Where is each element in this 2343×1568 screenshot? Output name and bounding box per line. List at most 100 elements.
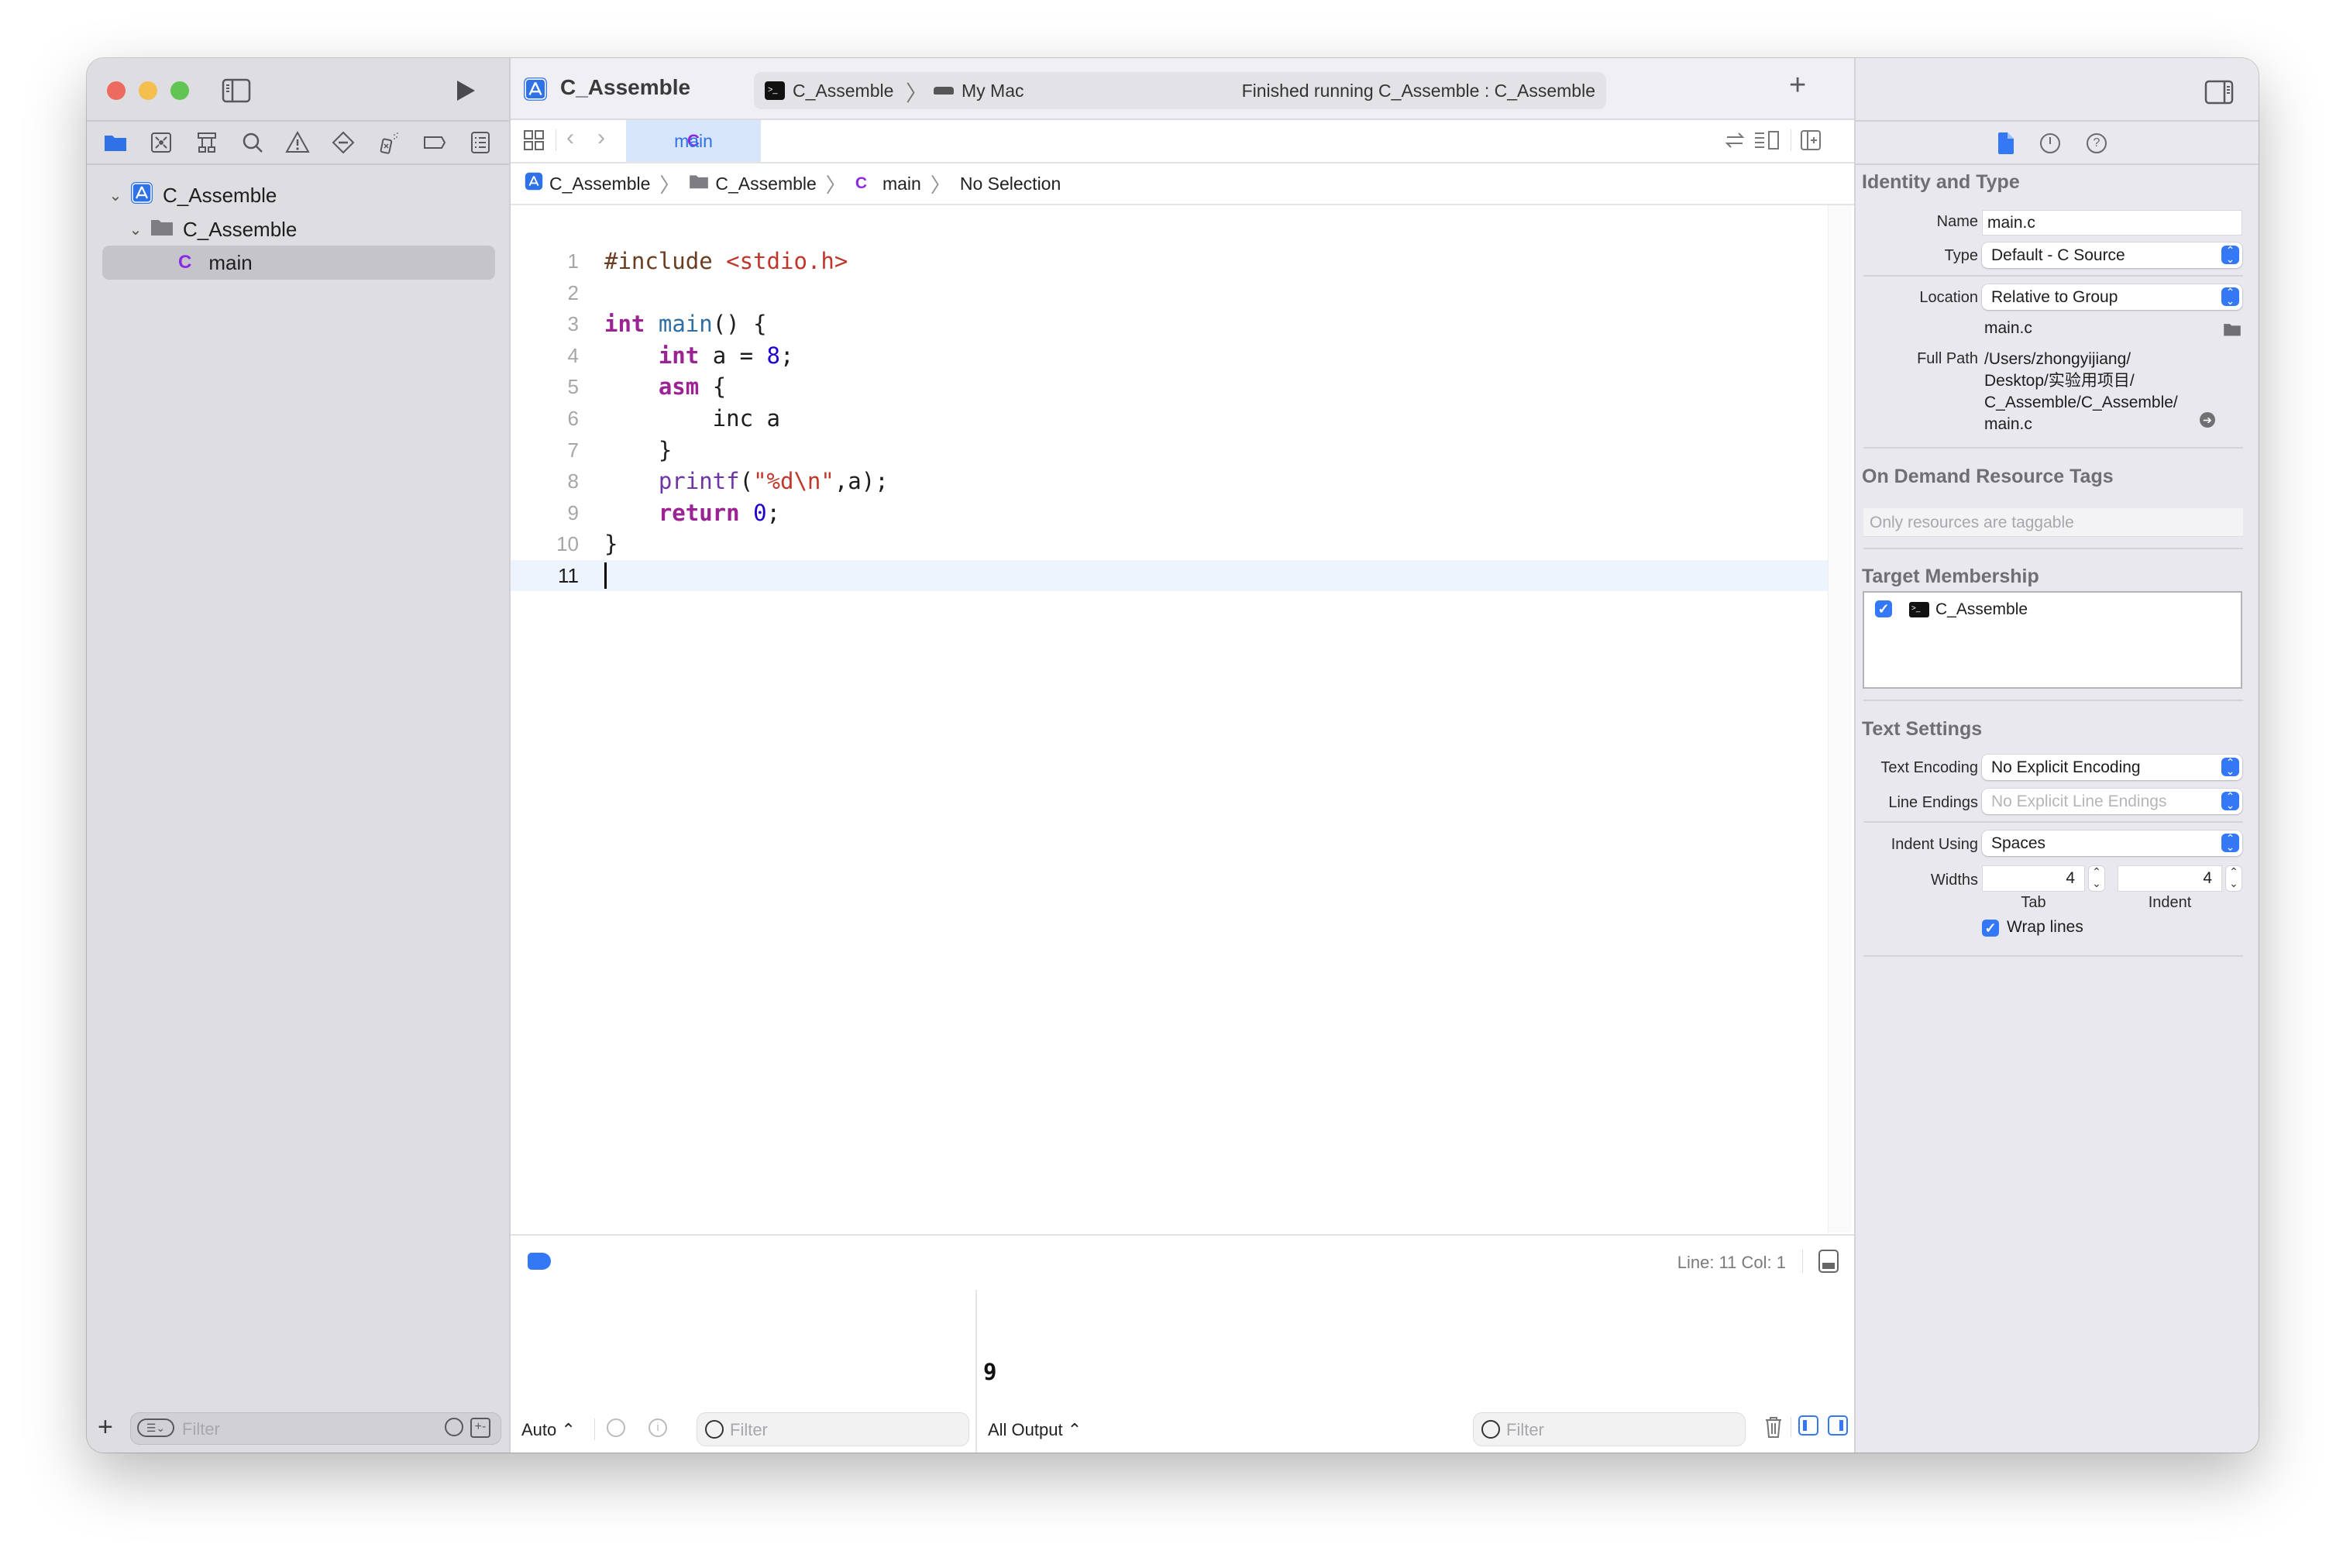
destination-selector[interactable]: My Mac (962, 81, 1024, 101)
right-pane-icon (1839, 1420, 1843, 1431)
wrap-lines-checkbox[interactable]: ✓ (1982, 920, 1999, 937)
mac-mini-icon (934, 87, 954, 95)
swap-arrows-icon (1725, 132, 1745, 148)
toggle-navigator-button[interactable] (222, 78, 251, 107)
tab-main[interactable]: C main (626, 120, 761, 162)
code-line[interactable]: 7 } (511, 435, 1828, 466)
source-editor[interactable]: 1 #include <stdio.h> 2 3 int main() {4 int a… (511, 205, 1828, 1233)
code-line-current[interactable]: 11 (511, 560, 1828, 591)
scheme-selector[interactable]: C_Assemble (793, 81, 893, 101)
recent-files-clock-icon[interactable] (445, 1418, 463, 1436)
jump-bar-item[interactable]: No Selection (960, 174, 1061, 194)
indent-width-field[interactable]: 4 (2118, 865, 2222, 892)
filter-options-icon[interactable]: ☰⌄ (137, 1418, 174, 1437)
tree-item-group[interactable]: ⌄ C_Assemble (127, 213, 298, 246)
choose-location-button[interactable] (2223, 322, 2242, 341)
show-console-button[interactable] (1828, 1415, 1848, 1436)
code-line[interactable]: 5 asm { (511, 371, 1828, 402)
code-line[interactable]: 1 #include <stdio.h> (511, 246, 1828, 277)
sidebar-right-icon (2204, 80, 2234, 105)
tab-test-navigator[interactable] (330, 129, 356, 156)
add-library-button[interactable]: + (1789, 69, 1806, 102)
tree-item-project[interactable]: ⌄ C_Assemble (107, 179, 277, 211)
console-filter-field[interactable]: Filter (1473, 1412, 1746, 1446)
project-app-icon (523, 77, 548, 105)
code-text: return 0; (604, 497, 780, 528)
tab-file-inspector[interactable] (1997, 132, 2014, 158)
tree-item-file-main[interactable]: C main (178, 246, 253, 279)
inspector-pane: ? Identity and Type Name main.c Type Def… (1854, 58, 2259, 1453)
forward-button[interactable]: › (597, 125, 605, 151)
target-checkbox[interactable]: ✓ (1875, 600, 1892, 617)
tab-issue-navigator[interactable] (284, 129, 311, 156)
tab-quick-help-inspector[interactable]: ? (2087, 133, 2107, 153)
related-items-button[interactable] (523, 129, 545, 155)
tab-width-stepper[interactable]: ⌃ ⌄ (2088, 865, 2105, 892)
jump-bar-item[interactable]: C_Assemble (549, 174, 650, 194)
tab-symbol-navigator[interactable] (194, 129, 220, 156)
line-endings-popup[interactable]: No Explicit Line Endings ⌃ ⌄ (1982, 789, 2242, 814)
code-text: printf("%d\n",a); (604, 466, 889, 497)
clear-console-button[interactable] (1764, 1415, 1783, 1442)
tree-item-label: C_Assemble (183, 217, 298, 241)
reveal-in-finder-arrow-icon[interactable]: ➔ (2200, 412, 2215, 428)
disclosure-chevron-icon[interactable]: ⌄ (127, 220, 144, 239)
add-editor-button[interactable] (1800, 129, 1822, 155)
navigator-filter-field[interactable]: ☰⌄ Filter +- (130, 1412, 501, 1445)
token-kw: int (658, 342, 700, 369)
variables-scope-selector[interactable]: Auto ⌃ (521, 1420, 576, 1440)
tab-debug-navigator[interactable] (376, 129, 402, 156)
variables-filter-field[interactable]: Filter (697, 1412, 969, 1446)
run-button[interactable] (454, 78, 477, 107)
code-line[interactable]: 4 int a = 8; (511, 340, 1828, 371)
editor-options-button[interactable] (1753, 129, 1781, 155)
zoom-window-button[interactable] (170, 81, 189, 100)
project-icon (525, 172, 543, 195)
code-line[interactable]: 2 (511, 277, 1828, 308)
navigator-pane: ⌄ C_Assemble ⌄ C_Assemble C main + ☰⌄ Fi… (87, 58, 511, 1453)
indent-width-value: 4 (2203, 869, 2212, 887)
location-popup[interactable]: Relative to Group ⌃ ⌄ (1982, 284, 2242, 310)
left-pane-icon (1803, 1420, 1807, 1431)
info-icon[interactable]: i (649, 1418, 667, 1437)
line-number: 7 (567, 438, 579, 462)
show-variables-button[interactable] (1798, 1415, 1818, 1436)
code-line[interactable]: 6 inc a (511, 403, 1828, 434)
code-line[interactable]: 8 printf("%d\n",a); (511, 466, 1828, 497)
back-button[interactable]: ‹ (566, 125, 574, 151)
tab-find-navigator[interactable] (239, 129, 266, 156)
popup-stepper-icon: ⌃ ⌄ (2221, 833, 2239, 852)
type-popup[interactable]: Default - C Source ⌃ ⌄ (1982, 242, 2242, 268)
disclosure-chevron-icon[interactable]: ⌄ (107, 186, 124, 205)
code-line[interactable]: 9 return 0; (511, 497, 1828, 528)
indent-caption: Indent (2148, 894, 2192, 911)
tab-history-inspector[interactable] (2040, 133, 2060, 153)
breakpoints-toggle-icon[interactable] (528, 1253, 551, 1270)
name-field[interactable]: main.c (1982, 210, 2242, 236)
line-number: 11 (558, 564, 579, 587)
tab-source-control-navigator[interactable] (148, 129, 174, 156)
toggle-inspector-button[interactable] (2204, 80, 2234, 108)
selected-row-highlight (102, 246, 495, 280)
code-line[interactable]: 10} (511, 528, 1828, 559)
indent-width-stepper[interactable]: ⌃ ⌄ (2225, 865, 2242, 892)
jump-bar-item[interactable]: main (882, 174, 921, 194)
code-review-button[interactable] (1724, 129, 1746, 155)
add-button[interactable]: + (98, 1412, 113, 1442)
vertical-scrollbar[interactable] (1828, 205, 1852, 1233)
jump-bar-item[interactable]: C_Assemble (715, 174, 816, 194)
modified-files-icon[interactable]: +- (470, 1418, 490, 1438)
indent-using-popup[interactable]: Spaces ⌃ ⌄ (1982, 830, 2242, 856)
code-line[interactable]: 3 int main() { (511, 308, 1828, 339)
tab-width-field[interactable]: 4 (1982, 865, 2085, 892)
terminal-target-icon: >_ (765, 81, 785, 100)
text-encoding-popup[interactable]: No Explicit Encoding ⌃ ⌄ (1982, 755, 2242, 780)
output-scope-selector[interactable]: All Output ⌃ (988, 1420, 1082, 1440)
tab-report-navigator[interactable] (467, 129, 494, 156)
tab-breakpoint-navigator[interactable] (421, 129, 448, 156)
minimize-window-button[interactable] (139, 81, 157, 100)
close-window-button[interactable] (107, 81, 126, 100)
tab-project-navigator[interactable] (102, 129, 129, 156)
toggle-debug-area-button[interactable] (1818, 1250, 1839, 1273)
eye-icon[interactable] (607, 1418, 625, 1437)
